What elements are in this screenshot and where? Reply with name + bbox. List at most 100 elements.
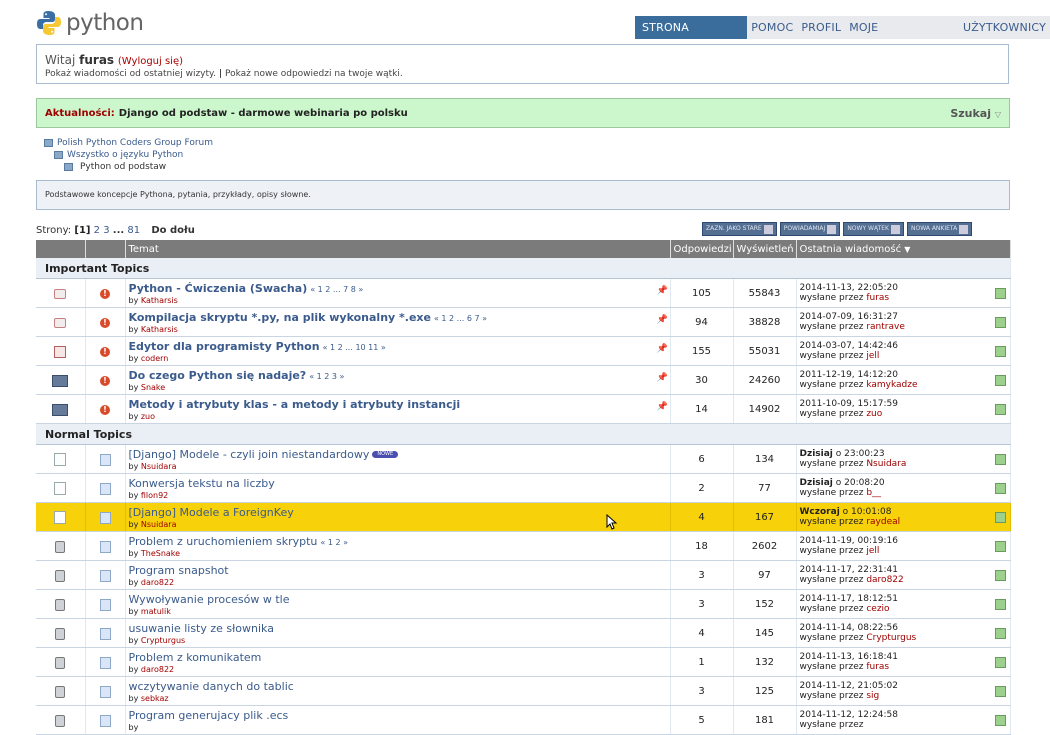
- last-post-author-link[interactable]: cezio: [866, 604, 889, 614]
- topic-author-link[interactable]: daro822: [141, 665, 174, 674]
- table-row[interactable]: ! Python - Ćwiczenia (Swacha) « 1 2 ... 7 …: [36, 278, 1011, 308]
- table-row[interactable]: [Django] Modele - czyli join niestandard…: [36, 444, 1011, 474]
- nav-messages[interactable]: MOJE WIADOMOŚCI: [845, 16, 959, 57]
- notify-button[interactable]: POWIADAMIAJ: [779, 222, 841, 236]
- go-to-last-post-icon[interactable]: [994, 657, 1006, 668]
- topic-link[interactable]: usuwanie listy ze słownika: [129, 622, 274, 635]
- topic-author-link[interactable]: Katharsis: [141, 325, 178, 334]
- nav-help[interactable]: POMOC: [747, 16, 797, 39]
- page-link-3[interactable]: 3: [103, 225, 109, 236]
- last-post-author-link[interactable]: furas: [866, 293, 889, 303]
- go-to-last-post-icon[interactable]: [994, 599, 1006, 610]
- go-to-last-post-icon[interactable]: [994, 686, 1006, 697]
- topic-author-link[interactable]: TheSnake: [141, 549, 180, 558]
- col-replies[interactable]: Odpowiedzi: [670, 240, 734, 258]
- news-link[interactable]: Django od podstaw - darmowe webinaria po…: [119, 108, 408, 119]
- go-to-last-post-icon[interactable]: [994, 628, 1006, 639]
- go-to-last-post-icon[interactable]: [994, 404, 1006, 415]
- new-topic-button[interactable]: NOWY WĄTEK: [843, 222, 904, 236]
- topic-author-link[interactable]: daro822: [141, 578, 174, 587]
- topic-link[interactable]: Edytor dla programisty Python: [129, 340, 320, 353]
- mark-read-button[interactable]: ZAZN. JAKO STARE: [702, 222, 777, 236]
- topic-author-link[interactable]: matulik: [141, 607, 171, 616]
- topic-pages[interactable]: « 1 2 ... 6 7 »: [434, 314, 487, 323]
- topic-link[interactable]: Problem z komunikatem: [129, 651, 262, 664]
- last-post-author-link[interactable]: rantrave: [866, 322, 905, 332]
- python-logo[interactable]: python: [36, 10, 144, 36]
- topic-author-link[interactable]: Katharsis: [141, 296, 178, 305]
- show-new-messages-link[interactable]: Pokaż wiadomości od ostatniej wizyty.: [45, 69, 216, 79]
- breadcrumb-item-category[interactable]: Wszystko o języku Python: [67, 149, 183, 161]
- breadcrumb-item-forum[interactable]: Polish Python Coders Group Forum: [57, 137, 213, 149]
- last-post-author-link[interactable]: jell: [866, 351, 879, 361]
- go-to-last-post-icon[interactable]: [994, 317, 1006, 328]
- topic-author-link[interactable]: Nsuidara: [141, 520, 177, 529]
- last-post-author-link[interactable]: b__: [866, 488, 881, 498]
- show-new-replies-link[interactable]: Pokaż nowe odpowiedzi na twoje wątki.: [225, 69, 403, 79]
- table-row[interactable]: ! Do czego Python się nadaje? « 1 2 3 » by …: [36, 365, 1011, 395]
- table-row[interactable]: Problem z komunikatem by daro822 1 132 2014-…: [36, 647, 1011, 677]
- topic-pages[interactable]: « 1 2 ... 7 8 »: [310, 285, 363, 294]
- topic-link[interactable]: Program generujacy plik .ecs: [129, 709, 289, 722]
- topic-pages[interactable]: « 1 2 3 »: [309, 372, 344, 381]
- search-toggle[interactable]: Szukaj ▽: [950, 107, 1001, 120]
- last-post-author-link[interactable]: zuo: [866, 409, 882, 419]
- topic-author-link[interactable]: codern: [141, 354, 169, 363]
- go-to-last-post-icon[interactable]: [994, 570, 1006, 581]
- page-link-last[interactable]: 81: [127, 225, 140, 236]
- go-to-last-post-icon[interactable]: [994, 483, 1006, 494]
- table-row[interactable]: [Django] Modele a ForeignKey by Nsuidara 4…: [36, 502, 1011, 532]
- col-last-post[interactable]: Ostatnia wiadomość ▼: [796, 240, 1011, 258]
- topic-author-link[interactable]: sebkaz: [141, 694, 169, 703]
- topic-author-link[interactable]: zuo: [141, 412, 155, 421]
- table-row[interactable]: ! Kompilacja skryptu *.py, na plik wykona…: [36, 307, 1011, 337]
- topic-pages[interactable]: « 1 2 ... 10 11 »: [323, 343, 386, 352]
- go-down-link[interactable]: Do dołu: [151, 225, 195, 236]
- topic-link[interactable]: wczytywanie danych do tablic: [129, 680, 294, 693]
- last-post-author-link[interactable]: daro822: [866, 575, 903, 585]
- go-to-last-post-icon[interactable]: [994, 715, 1006, 726]
- col-topic[interactable]: Temat: [125, 240, 671, 258]
- nav-home[interactable]: STRONA GŁÓWNA: [635, 16, 748, 57]
- topic-link[interactable]: [Django] Modele - czyli join niestandard…: [129, 448, 370, 461]
- logout-link[interactable]: (Wyloguj się): [118, 56, 183, 67]
- topic-author-link[interactable]: filon92: [141, 491, 168, 500]
- topic-link[interactable]: Python - Ćwiczenia (Swacha): [129, 282, 308, 295]
- last-post-author-link[interactable]: furas: [866, 662, 889, 672]
- go-to-last-post-icon[interactable]: [994, 454, 1006, 465]
- topic-link[interactable]: Wywoływanie procesów w tle: [129, 593, 290, 606]
- table-row[interactable]: Program generujacy plik .ecs by 5 181 2014-…: [36, 705, 1011, 735]
- page-link-2[interactable]: 2: [94, 225, 100, 236]
- table-row[interactable]: Wywoływanie procesów w tle by matulik 3 152…: [36, 589, 1011, 619]
- go-to-last-post-icon[interactable]: [994, 288, 1006, 299]
- topic-author-link[interactable]: Snake: [141, 383, 165, 392]
- new-poll-button[interactable]: NOWA ANKIETA: [907, 222, 973, 236]
- last-post-author-link[interactable]: raydeal: [866, 517, 900, 527]
- go-to-last-post-icon[interactable]: [994, 541, 1006, 552]
- table-row[interactable]: ! Edytor dla programisty Python « 1 2 ... …: [36, 336, 1011, 366]
- last-post-author-link[interactable]: sig: [866, 691, 879, 701]
- table-row[interactable]: Konwersja tekstu na liczby by filon92 2 77 D…: [36, 473, 1011, 503]
- topic-link[interactable]: Kompilacja skryptu *.py, na plik wykonal…: [129, 311, 431, 324]
- table-row[interactable]: wczytywanie danych do tablic by sebkaz 3 12…: [36, 676, 1011, 706]
- table-row[interactable]: usuwanie listy ze słownika by Crypturgus 4…: [36, 618, 1011, 648]
- go-to-last-post-icon[interactable]: [994, 512, 1006, 523]
- table-row[interactable]: Program snapshot by daro822 3 97 2014-11-17,…: [36, 560, 1011, 590]
- table-row[interactable]: ! Metody i atrybuty klas - a metody i atr…: [36, 394, 1011, 424]
- topic-pages[interactable]: « 1 2 »: [320, 538, 348, 547]
- table-row[interactable]: Problem z uruchomieniem skryptu « 1 2 » by…: [36, 531, 1011, 561]
- topic-link[interactable]: Problem z uruchomieniem skryptu: [129, 535, 318, 548]
- nav-profile[interactable]: PROFIL: [797, 16, 845, 39]
- last-post-author-link[interactable]: Nsuidara: [866, 459, 906, 469]
- nav-users[interactable]: UŻYTKOWNICY: [959, 16, 1050, 39]
- col-views[interactable]: Wyświetleń: [733, 240, 797, 258]
- topic-link[interactable]: Konwersja tekstu na liczby: [129, 477, 275, 490]
- topic-link[interactable]: Program snapshot: [129, 564, 229, 577]
- topic-link[interactable]: Do czego Python się nadaje?: [129, 369, 307, 382]
- last-post-author-link[interactable]: kamykadze: [866, 380, 917, 390]
- last-post-author-link[interactable]: jell: [866, 546, 879, 556]
- topic-author-link[interactable]: Crypturgus: [141, 636, 185, 645]
- go-to-last-post-icon[interactable]: [994, 346, 1006, 357]
- topic-author-link[interactable]: Nsuidara: [141, 462, 177, 471]
- last-post-author-link[interactable]: Crypturgus: [866, 633, 916, 643]
